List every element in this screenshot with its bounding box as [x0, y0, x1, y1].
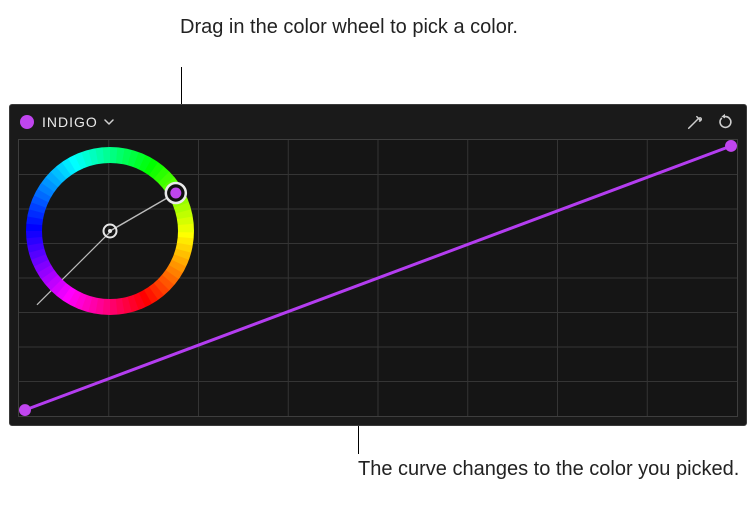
- panel-header: INDIGO: [10, 105, 746, 139]
- reset-button[interactable]: [714, 111, 736, 133]
- eyedropper-icon: [686, 113, 704, 131]
- dropdown-label: INDIGO: [42, 114, 98, 130]
- color-curves-panel: INDIGO: [9, 104, 747, 426]
- chevron-down-icon: [104, 117, 114, 127]
- eyedropper-button[interactable]: [684, 111, 706, 133]
- curve-grid[interactable]: [18, 139, 738, 417]
- color-channel-dropdown[interactable]: INDIGO: [42, 114, 114, 130]
- wheel-picker-handle[interactable]: [166, 183, 186, 203]
- reset-icon: [716, 113, 734, 131]
- color-wheel-svg: [21, 142, 199, 320]
- curve-anchor-start[interactable]: [19, 404, 31, 416]
- annotation-bottom: The curve changes to the color you picke…: [358, 456, 739, 483]
- color-swatch: [20, 115, 34, 129]
- color-wheel[interactable]: [21, 142, 199, 320]
- curve-anchor-end[interactable]: [725, 140, 737, 152]
- annotation-top: Drag in the color wheel to pick a color.: [180, 14, 518, 41]
